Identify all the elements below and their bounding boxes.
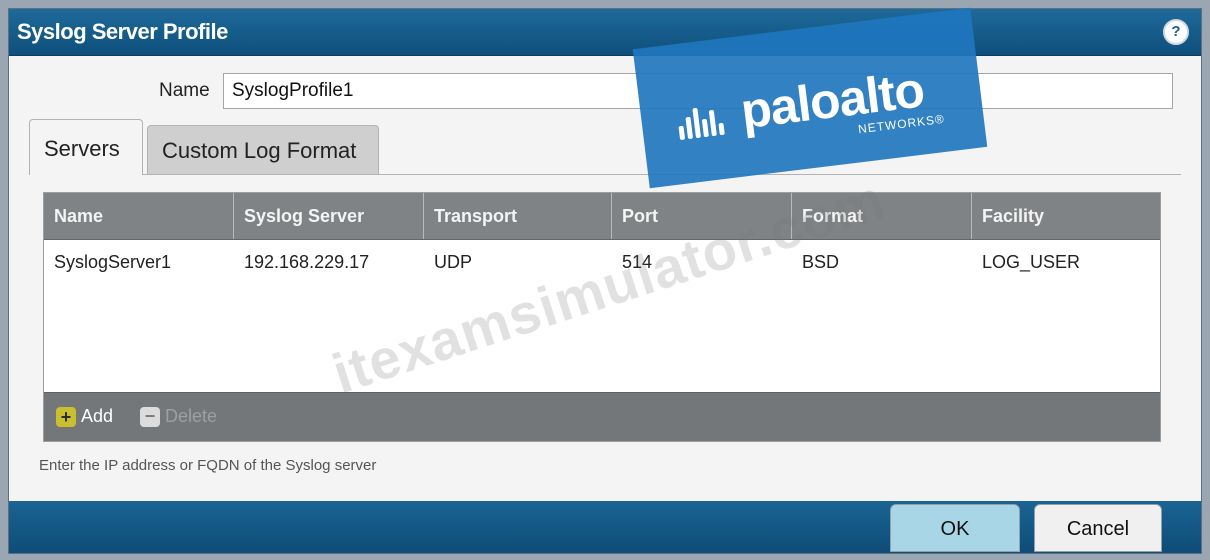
table-toolbar: + Add − Delete xyxy=(44,392,1160,441)
help-icon[interactable]: ? xyxy=(1163,19,1189,45)
column-header-transport[interactable]: Transport xyxy=(424,193,612,239)
add-button[interactable]: + Add xyxy=(56,406,113,427)
column-header-facility[interactable]: Facility xyxy=(972,193,1160,239)
name-label: Name xyxy=(159,80,210,101)
delete-button[interactable]: − Delete xyxy=(140,406,217,427)
cell-syslog-server: 192.168.229.17 xyxy=(244,252,370,272)
cell-name[interactable]: SyslogServer1 xyxy=(44,239,234,285)
column-header-name[interactable]: Name xyxy=(44,193,234,239)
delete-label: Delete xyxy=(165,406,218,426)
cancel-button[interactable]: Cancel xyxy=(1034,504,1162,552)
add-label: Add xyxy=(81,406,114,426)
ok-button[interactable]: OK xyxy=(890,504,1020,552)
minus-icon: − xyxy=(140,406,160,427)
help-hint-text: Enter the IP address or FQDN of the Sysl… xyxy=(39,457,377,474)
cell-facility: LOG_USER xyxy=(982,252,1081,272)
column-header-syslog-server[interactable]: Syslog Server xyxy=(234,193,424,239)
plus-icon: + xyxy=(56,406,76,427)
dialog-title: Syslog Server Profile xyxy=(17,19,228,44)
tab-custom-log-format[interactable]: Custom Log Format xyxy=(147,125,379,175)
tab-servers[interactable]: Servers xyxy=(29,119,143,175)
paloalto-mark-icon xyxy=(676,100,736,141)
tab-divider xyxy=(29,174,1181,175)
button-bar xyxy=(9,501,1201,553)
title-bar: Syslog Server Profile ? xyxy=(9,9,1201,56)
table-header: Name Syslog Server Transport Port Format… xyxy=(44,193,1160,240)
